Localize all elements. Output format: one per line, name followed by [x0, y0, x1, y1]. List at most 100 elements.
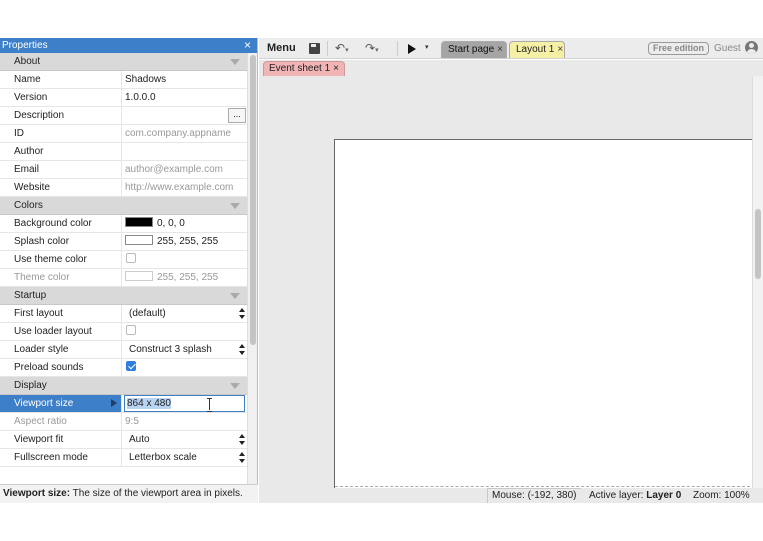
- edit-description-button[interactable]: ...: [228, 108, 246, 123]
- prop-row-website[interactable]: Website http://www.example.com: [0, 179, 248, 197]
- viewport-size-input[interactable]: 864 x 480: [124, 395, 245, 412]
- tab-layout-1-label: Layout 1: [516, 44, 555, 55]
- prop-name-value[interactable]: Shadows: [122, 71, 248, 88]
- background-color-swatch[interactable]: [125, 217, 153, 228]
- layout-scrollbar[interactable]: [752, 76, 763, 488]
- prop-row-splash-color[interactable]: Splash color 255, 255, 255: [0, 233, 248, 251]
- prop-use-loader-layout-label: Use loader layout: [0, 323, 122, 340]
- prop-row-version[interactable]: Version 1.0.0.0: [0, 89, 248, 107]
- close-tab-icon[interactable]: ×: [333, 63, 339, 74]
- prop-row-background-color[interactable]: Background color 0, 0, 0: [0, 215, 248, 233]
- prop-row-preload-sounds[interactable]: Preload sounds: [0, 359, 248, 377]
- first-layout-selected: (default): [129, 308, 166, 319]
- tab-event-sheet-1[interactable]: Event sheet 1 ×: [263, 61, 345, 76]
- zoom-level: Zoom: 100%: [693, 490, 750, 501]
- collapse-triangle-icon[interactable]: [230, 383, 240, 389]
- prop-row-author[interactable]: Author: [0, 143, 248, 161]
- prop-name-label: Name: [0, 71, 122, 88]
- prop-row-use-theme-color[interactable]: Use theme color: [0, 251, 248, 269]
- prop-version-label: Version: [0, 89, 122, 106]
- prop-row-id[interactable]: ID com.company.appname: [0, 125, 248, 143]
- play-icon[interactable]: [408, 44, 416, 54]
- prop-row-theme-color[interactable]: Theme color 255, 255, 255: [0, 269, 248, 287]
- viewport-size-input-text: 864 x 480: [127, 398, 171, 409]
- prop-row-email[interactable]: Email author@example.com: [0, 161, 248, 179]
- prop-first-layout-label: First layout: [0, 305, 122, 322]
- layout-view[interactable]: [259, 76, 752, 488]
- collapse-triangle-icon[interactable]: [230, 59, 240, 65]
- prop-row-description[interactable]: Description ...: [0, 107, 248, 125]
- prop-email-value[interactable]: author@example.com: [122, 161, 248, 178]
- close-properties-icon[interactable]: ×: [244, 38, 251, 53]
- active-layer-value: Layer 0: [646, 490, 682, 501]
- select-arrows-icon: [239, 434, 245, 445]
- prop-row-fullscreen-mode[interactable]: Fullscreen mode Letterbox scale: [0, 449, 248, 467]
- undo-dropdown-icon[interactable]: ▾: [345, 47, 349, 54]
- prop-splash-color-value[interactable]: 255, 255, 255: [122, 233, 248, 250]
- undo-glyph: ↶: [335, 41, 346, 55]
- loader-style-selected: Construct 3 splash: [129, 344, 212, 355]
- properties-scrollbar-thumb[interactable]: [250, 55, 256, 345]
- menu-button[interactable]: Menu: [263, 40, 300, 57]
- theme-color-swatch[interactable]: [125, 271, 153, 282]
- prop-theme-color-value[interactable]: 255, 255, 255: [122, 269, 248, 286]
- user-icon[interactable]: [745, 41, 758, 54]
- save-icon[interactable]: [309, 43, 320, 54]
- prop-author-value[interactable]: [122, 143, 248, 160]
- prop-preload-sounds-label: Preload sounds: [0, 359, 122, 376]
- undo-icon[interactable]: ↶▾: [335, 41, 349, 56]
- prop-viewport-size-label: Viewport size: [0, 395, 122, 412]
- prop-id-value[interactable]: com.company.appname: [122, 125, 248, 142]
- prop-row-name[interactable]: Name Shadows: [0, 71, 248, 89]
- main-toolbar: Menu ↶▾ ↷▾ ▾ Start page × Layout 1 × Free …: [259, 38, 763, 59]
- layout-canvas[interactable]: [334, 139, 752, 488]
- viewport-fit-select[interactable]: Auto: [122, 431, 248, 448]
- prop-description-value[interactable]: ...: [122, 107, 248, 124]
- redo-icon[interactable]: ↷▾: [365, 41, 379, 56]
- prop-row-loader-style[interactable]: Loader style Construct 3 splash: [0, 341, 248, 359]
- loader-style-select[interactable]: Construct 3 splash: [122, 341, 248, 358]
- section-display[interactable]: Display: [0, 377, 248, 395]
- prop-splash-color-label: Splash color: [0, 233, 122, 250]
- prop-description-label: Description: [0, 107, 122, 124]
- section-startup-title: Startup: [14, 290, 47, 301]
- prop-theme-color-label: Theme color: [0, 269, 122, 286]
- fullscreen-mode-select[interactable]: Letterbox scale: [122, 449, 248, 466]
- collapse-triangle-icon[interactable]: [230, 203, 240, 209]
- select-arrows-icon: [239, 344, 245, 355]
- close-tab-icon[interactable]: ×: [557, 44, 563, 55]
- prop-row-aspect-ratio[interactable]: Aspect ratio 9:5: [0, 413, 248, 431]
- user-label[interactable]: Guest: [714, 42, 741, 55]
- layout-scrollbar-thumb[interactable]: [755, 209, 761, 279]
- play-dropdown-icon[interactable]: ▾: [425, 43, 429, 58]
- prop-row-use-loader-layout[interactable]: Use loader layout: [0, 323, 248, 341]
- properties-scrollbar[interactable]: [247, 53, 257, 484]
- prop-row-viewport-size[interactable]: Viewport size 864 x 480: [0, 395, 248, 413]
- prop-background-color-value[interactable]: 0, 0, 0: [122, 215, 248, 232]
- preload-sounds-checkbox[interactable]: [126, 361, 136, 372]
- use-loader-layout-checkbox[interactable]: [126, 325, 136, 336]
- section-colors[interactable]: Colors: [0, 197, 248, 215]
- expand-arrow-icon[interactable]: [111, 399, 117, 407]
- prop-row-viewport-fit[interactable]: Viewport fit Auto: [0, 431, 248, 449]
- free-edition-badge[interactable]: Free edition: [648, 42, 710, 55]
- section-about[interactable]: About: [0, 53, 248, 71]
- prop-row-first-layout[interactable]: First layout (default): [0, 305, 248, 323]
- prop-preload-sounds-value: [122, 359, 248, 376]
- redo-dropdown-icon[interactable]: ▾: [375, 47, 379, 54]
- close-tab-icon[interactable]: ×: [497, 44, 503, 55]
- section-display-title: Display: [14, 380, 47, 391]
- splash-color-swatch[interactable]: [125, 235, 153, 246]
- section-startup[interactable]: Startup: [0, 287, 248, 305]
- first-layout-select[interactable]: (default): [122, 305, 248, 322]
- property-help-description: The size of the viewport area in pixels.: [72, 488, 243, 499]
- tab-start-page[interactable]: Start page ×: [441, 41, 507, 58]
- tab-layout-1[interactable]: Layout 1 ×: [509, 41, 565, 58]
- prop-version-value[interactable]: 1.0.0.0: [122, 89, 248, 106]
- use-theme-color-checkbox[interactable]: [126, 253, 136, 264]
- prop-website-value[interactable]: http://www.example.com: [122, 179, 248, 196]
- properties-list: About Name Shadows Version 1.0.0.0 Descr…: [0, 53, 248, 484]
- collapse-triangle-icon[interactable]: [230, 293, 240, 299]
- toolbar-separator: [327, 41, 328, 56]
- property-help-label: Viewport size:: [3, 488, 71, 499]
